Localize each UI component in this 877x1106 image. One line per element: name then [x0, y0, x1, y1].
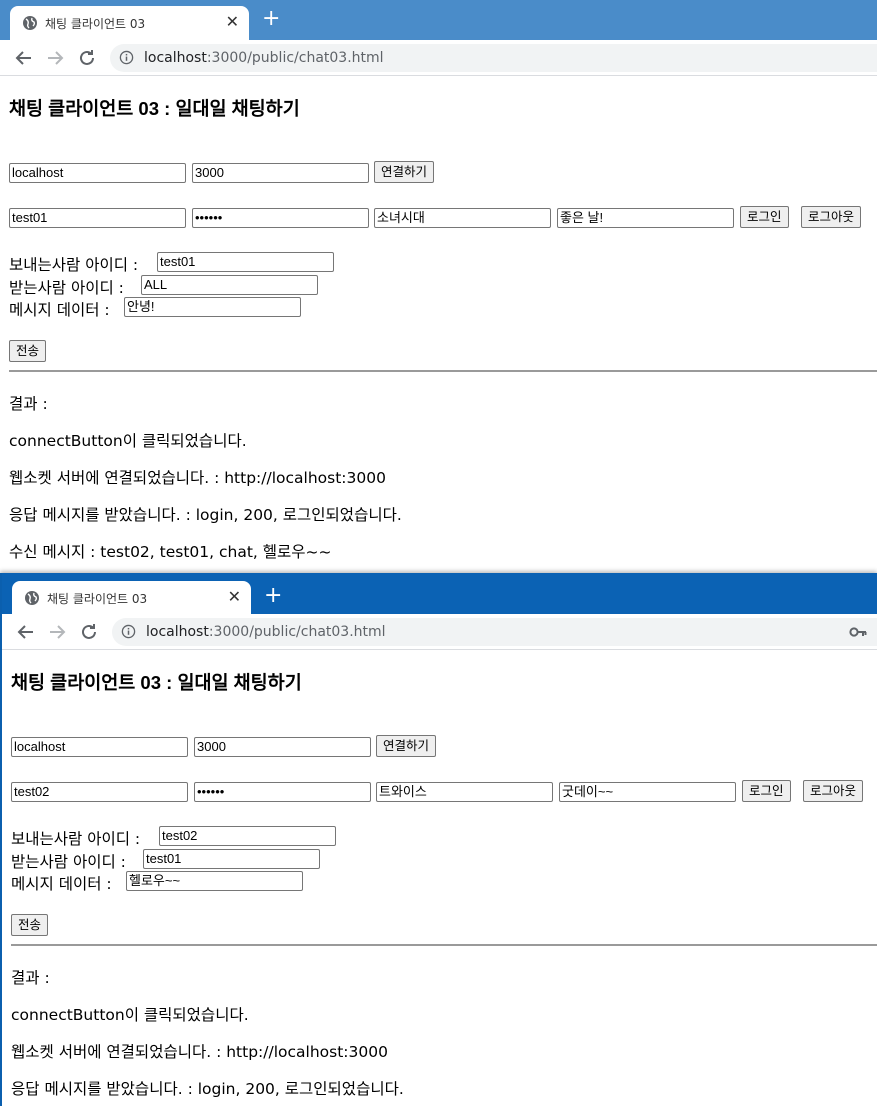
- result-line: 결과 :: [11, 969, 50, 987]
- logout-button[interactable]: 로그아웃: [801, 206, 862, 228]
- sender-input[interactable]: test01: [157, 252, 334, 272]
- arrow-left-icon[interactable]: [12, 46, 36, 70]
- tab-title: 채팅 클라이언트 03: [45, 17, 146, 31]
- arrow-left-icon[interactable]: [14, 620, 38, 644]
- recipient-label: 받는사람 아이디 :: [11, 853, 126, 871]
- recipient-input[interactable]: ALL: [141, 275, 318, 295]
- reload-icon[interactable]: [75, 46, 99, 70]
- page-content: 채팅 클라이언트 03 : 일대일 채팅하기 localhost 3000 연결…: [11, 651, 877, 1106]
- logout-button[interactable]: 로그아웃: [803, 780, 864, 802]
- globe-icon: [25, 591, 39, 605]
- result-line: 응답 메시지를 받았습니다. : login, 200, 로그인되었습니다.: [9, 506, 402, 524]
- result-line: 수신 메시지 : test02, test01, chat, 헬로우~~: [9, 543, 332, 561]
- divider: [9, 370, 877, 372]
- info-icon[interactable]: [121, 624, 136, 639]
- close-icon[interactable]: ✕: [226, 13, 239, 31]
- result-line: connectButton이 클릭되었습니다.: [11, 1006, 249, 1024]
- result-line: 응답 메시지를 받았습니다. : login, 200, 로그인되었습니다.: [11, 1080, 404, 1098]
- browser-toolbar: localhost:3000/public/chat03.html: [0, 40, 877, 76]
- alias-input[interactable]: 트와이스: [376, 782, 553, 802]
- sender-input[interactable]: test02: [159, 826, 336, 846]
- browser-tab[interactable]: 채팅 클라이언트 03 ✕: [10, 6, 249, 40]
- arrow-right-icon[interactable]: [43, 46, 67, 70]
- close-icon[interactable]: ✕: [228, 588, 241, 606]
- reload-icon[interactable]: [77, 620, 101, 644]
- connect-button[interactable]: 연결하기: [374, 161, 435, 183]
- address-bar[interactable]: localhost:3000/public/chat03.html: [110, 44, 877, 72]
- browser-tab[interactable]: 채팅 클라이언트 03 ✕: [12, 581, 251, 615]
- login-button[interactable]: 로그인: [742, 780, 791, 802]
- arrow-right-icon[interactable]: [45, 620, 69, 644]
- browser-window-1: 채팅 클라이언트 03 ✕ + localhost:3000/public/ch…: [0, 0, 877, 573]
- message-label: 메시지 데이터 :: [11, 875, 112, 893]
- recipient-input[interactable]: test01: [143, 849, 320, 869]
- today-input[interactable]: 좋은 날!: [557, 208, 734, 228]
- plus-icon[interactable]: +: [262, 8, 280, 30]
- sender-label: 보내는사람 아이디 :: [9, 256, 139, 274]
- id-input[interactable]: test01: [9, 208, 186, 228]
- browser-window-2: 채팅 클라이언트 03 ✕ + localhost:3000/public/ch…: [0, 573, 877, 1106]
- connect-button[interactable]: 연결하기: [376, 735, 437, 757]
- result-line: 웹소켓 서버에 연결되었습니다. : http://localhost:3000: [11, 1043, 388, 1061]
- password-input[interactable]: ••••••: [192, 208, 369, 228]
- plus-icon[interactable]: +: [264, 585, 282, 607]
- host-input[interactable]: localhost: [9, 163, 186, 183]
- message-label: 메시지 데이터 :: [9, 301, 110, 319]
- result-line: connectButton이 클릭되었습니다.: [9, 432, 247, 450]
- recipient-label: 받는사람 아이디 :: [9, 279, 124, 297]
- address-bar[interactable]: localhost:3000/public/chat03.html: [112, 618, 877, 646]
- id-input[interactable]: test02: [11, 782, 188, 802]
- tab-strip: 채팅 클라이언트 03 ✕ +: [2, 573, 877, 615]
- url-text: localhost:3000/public/chat03.html: [144, 50, 384, 66]
- login-button[interactable]: 로그인: [740, 206, 789, 228]
- port-input[interactable]: 3000: [192, 163, 369, 183]
- alias-input[interactable]: 소녀시대: [374, 208, 551, 228]
- password-input[interactable]: ••••••: [194, 782, 371, 802]
- key-icon[interactable]: [849, 625, 867, 639]
- result-line: 웹소켓 서버에 연결되었습니다. : http://localhost:3000: [9, 469, 386, 487]
- today-input[interactable]: 굿데이~~: [559, 782, 736, 802]
- host-input[interactable]: localhost: [11, 737, 188, 757]
- page-title: 채팅 클라이언트 03 : 일대일 채팅하기: [11, 672, 302, 693]
- info-icon[interactable]: [119, 50, 134, 65]
- port-input[interactable]: 3000: [194, 737, 371, 757]
- message-input[interactable]: 안녕!: [124, 297, 301, 317]
- browser-toolbar: localhost:3000/public/chat03.html: [2, 614, 877, 650]
- sender-label: 보내는사람 아이디 :: [11, 830, 141, 848]
- tab-title: 채팅 클라이언트 03: [47, 592, 148, 606]
- message-input[interactable]: 헬로우~~: [126, 871, 303, 891]
- page-title: 채팅 클라이언트 03 : 일대일 채팅하기: [9, 98, 300, 119]
- send-button[interactable]: 전송: [9, 340, 47, 362]
- page-content: 채팅 클라이언트 03 : 일대일 채팅하기 localhost 3000 연결…: [9, 77, 877, 573]
- result-line: 결과 :: [9, 395, 48, 413]
- url-text: localhost:3000/public/chat03.html: [146, 624, 386, 640]
- globe-icon: [23, 16, 37, 30]
- send-button[interactable]: 전송: [11, 914, 49, 936]
- divider: [11, 944, 877, 946]
- tab-strip: 채팅 클라이언트 03 ✕ +: [0, 0, 877, 40]
